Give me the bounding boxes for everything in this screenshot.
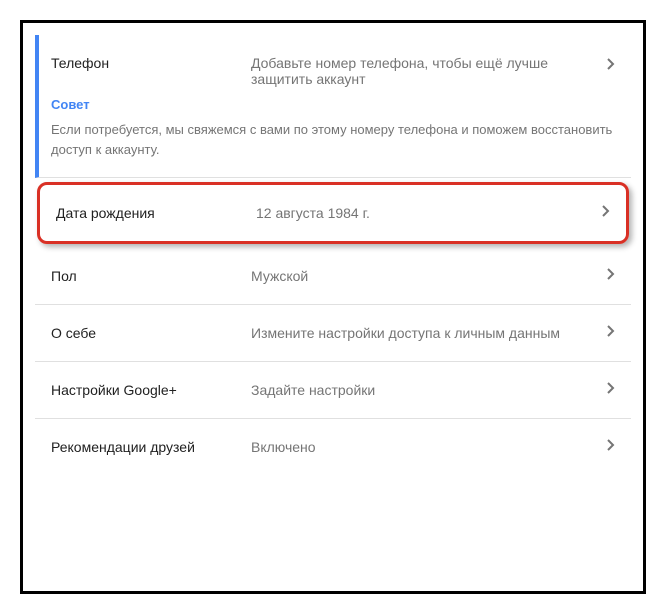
tip-section: Совет Если потребуется, мы свяжемся с ва…: [35, 97, 631, 178]
chevron-right-icon: [607, 57, 615, 75]
about-label: О себе: [51, 325, 251, 341]
googleplus-row[interactable]: Настройки Google+ Задайте настройки: [35, 362, 631, 419]
birthdate-highlight: Дата рождения 12 августа 1984 г.: [37, 182, 629, 244]
chevron-right-icon: [607, 267, 615, 285]
birthdate-label: Дата рождения: [56, 205, 256, 221]
gender-row[interactable]: Пол Мужской: [35, 248, 631, 305]
phone-value: Добавьте номер телефона, чтобы ещё лучше…: [251, 55, 615, 87]
about-value: Измените настройки доступа к личным данн…: [251, 325, 615, 341]
friends-label: Рекомендации друзей: [51, 439, 251, 455]
phone-label: Телефон: [51, 55, 251, 71]
gender-value: Мужской: [251, 268, 615, 284]
tip-text: Если потребуется, мы свяжемся с вами по …: [51, 120, 615, 159]
chevron-right-icon: [607, 381, 615, 399]
outer-frame: Телефон Добавьте номер телефона, чтобы е…: [20, 20, 646, 594]
birthdate-value: 12 августа 1984 г.: [256, 205, 610, 221]
settings-list: Телефон Добавьте номер телефона, чтобы е…: [35, 35, 631, 579]
gender-label: Пол: [51, 268, 251, 284]
about-row[interactable]: О себе Измените настройки доступа к личн…: [35, 305, 631, 362]
chevron-right-icon: [607, 438, 615, 456]
birthdate-row[interactable]: Дата рождения 12 августа 1984 г.: [40, 185, 626, 241]
friends-row[interactable]: Рекомендации друзей Включено: [35, 419, 631, 475]
chevron-right-icon: [607, 324, 615, 342]
googleplus-value: Задайте настройки: [251, 382, 615, 398]
chevron-right-icon: [602, 204, 610, 222]
googleplus-label: Настройки Google+: [51, 382, 251, 398]
friends-value: Включено: [251, 439, 615, 455]
phone-row[interactable]: Телефон Добавьте номер телефона, чтобы е…: [35, 35, 631, 97]
tip-label: Совет: [51, 97, 615, 112]
